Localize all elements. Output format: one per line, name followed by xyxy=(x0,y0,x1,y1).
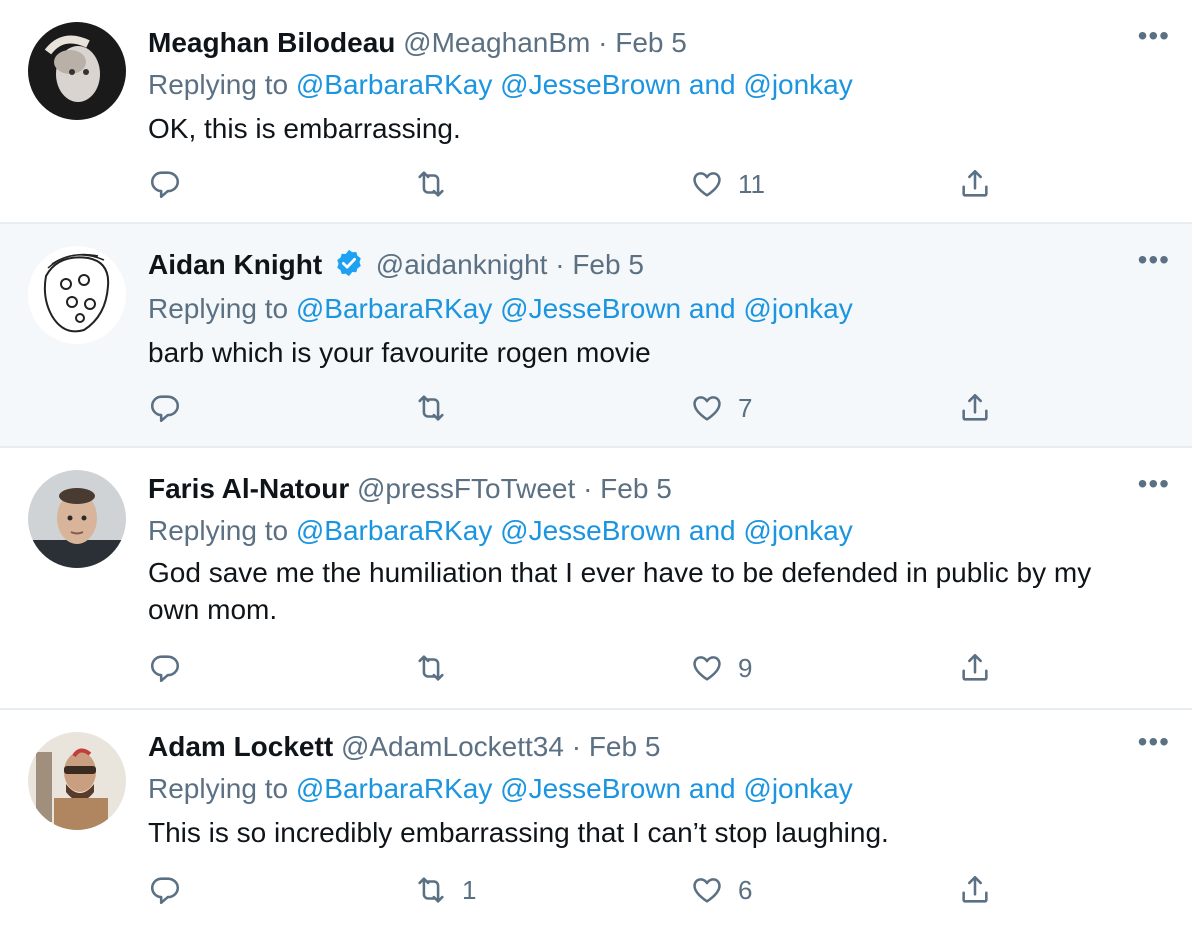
mention-link[interactable]: @JesseBrown xyxy=(500,69,681,100)
like-count: 6 xyxy=(738,874,753,905)
replying-to-line: Replying to @BarbaraRKay @JesseBrown and… xyxy=(148,514,853,548)
mention-link[interactable]: @jonkay xyxy=(743,69,852,100)
author-handle[interactable]: @MeaghanBm xyxy=(403,27,590,58)
more-icon[interactable]: ••• xyxy=(1138,728,1170,756)
verified-badge-icon xyxy=(334,248,364,286)
heart-icon xyxy=(693,878,721,903)
replying-to-line: Replying to @BarbaraRKay @JesseBrown and… xyxy=(148,292,853,326)
reply-button[interactable] xyxy=(148,648,182,688)
reply-button[interactable] xyxy=(148,164,182,204)
mention-and: and xyxy=(688,515,736,546)
reply-icon xyxy=(150,655,180,683)
retweet-icon xyxy=(418,171,444,197)
like-button[interactable]: 6 xyxy=(690,870,752,910)
replying-to-line: Replying to @BarbaraRKay @JesseBrown and… xyxy=(148,68,853,102)
reply-button[interactable] xyxy=(148,870,182,910)
share-icon xyxy=(962,653,988,681)
like-count: 11 xyxy=(738,168,765,199)
author-name[interactable]: Meaghan Bilodeau xyxy=(148,27,395,58)
separator-dot: · xyxy=(555,249,565,280)
replying-to-label: Replying to xyxy=(148,515,289,546)
retweet-button[interactable] xyxy=(414,648,462,688)
heart-icon xyxy=(693,396,721,421)
like-button[interactable]: 11 xyxy=(690,164,765,204)
share-button[interactable] xyxy=(958,870,992,910)
reply-icon xyxy=(150,877,180,905)
tweet-text: barb which is your favourite rogen movie xyxy=(148,337,651,368)
share-button[interactable] xyxy=(958,388,992,428)
replying-to-label: Replying to xyxy=(148,69,289,100)
reply-icon xyxy=(150,395,180,423)
separator-dot: · xyxy=(571,731,582,762)
mention-link[interactable]: @JesseBrown xyxy=(500,293,681,324)
mention-link[interactable]: @BarbaraRKay xyxy=(296,515,493,546)
author-handle[interactable]: @pressFToTweet xyxy=(357,473,575,504)
more-icon[interactable]: ••• xyxy=(1138,470,1170,498)
avatar[interactable] xyxy=(28,246,126,344)
share-button[interactable] xyxy=(958,648,992,688)
tweet-text: This is so incredibly embarrassing that … xyxy=(148,817,889,848)
mention-link[interactable]: @JesseBrown xyxy=(500,773,681,804)
heart-icon xyxy=(693,656,721,681)
tweet-date[interactable]: Feb 5 xyxy=(615,27,687,58)
mention-link[interactable]: @jonkay xyxy=(743,293,852,324)
mention-link[interactable]: @BarbaraRKay xyxy=(296,69,493,100)
mention-link[interactable]: @jonkay xyxy=(743,515,852,546)
like-button[interactable]: 7 xyxy=(690,388,752,428)
tweet-date[interactable]: Feb 5 xyxy=(600,473,672,504)
share-icon xyxy=(962,393,988,421)
tweet-text: God save me the humiliation that I ever … xyxy=(148,557,1092,625)
heart-icon xyxy=(693,172,721,197)
retweet-button[interactable] xyxy=(414,164,462,204)
like-count: 7 xyxy=(738,392,753,423)
separator-dot: · xyxy=(598,27,608,58)
tweet-date[interactable]: Feb 5 xyxy=(572,249,644,280)
tweet-date[interactable]: Feb 5 xyxy=(589,731,661,762)
mention-link[interactable]: @JesseBrown xyxy=(500,515,681,546)
separator-dot: · xyxy=(583,473,593,504)
share-icon xyxy=(962,875,988,903)
tweet[interactable]: Faris Al-Natour @pressFToTweet · Feb 5 •… xyxy=(0,448,1192,710)
reply-button[interactable] xyxy=(148,388,182,428)
tweet[interactable]: Aidan Knight @aidanknight · Feb 5 ••• Re… xyxy=(0,224,1192,448)
avatar[interactable] xyxy=(28,22,126,120)
share-button[interactable] xyxy=(958,164,992,204)
author-handle[interactable]: @aidanknight xyxy=(376,249,548,280)
tweet-text: OK, this is embarrassing. xyxy=(148,113,461,144)
author-name[interactable]: Faris Al-Natour xyxy=(148,473,349,504)
retweet-count: 1 xyxy=(462,874,477,905)
like-button[interactable]: 9 xyxy=(690,648,752,688)
avatar[interactable] xyxy=(28,732,126,830)
share-icon xyxy=(962,169,988,197)
mention-link[interactable]: @jonkay xyxy=(743,773,852,804)
retweet-icon xyxy=(418,395,444,421)
author-name[interactable]: Adam Lockett xyxy=(148,731,333,762)
mention-and: and xyxy=(688,773,736,804)
more-icon[interactable]: ••• xyxy=(1138,22,1170,50)
author-name[interactable]: Aidan Knight xyxy=(148,249,322,280)
avatar[interactable] xyxy=(28,470,126,568)
tweet[interactable]: Adam Lockett @AdamLockett34 · Feb 5 ••• … xyxy=(0,710,1192,926)
retweet-button[interactable] xyxy=(414,388,462,428)
mention-link[interactable]: @BarbaraRKay xyxy=(296,773,493,804)
mention-link[interactable]: @BarbaraRKay xyxy=(296,293,493,324)
retweet-button[interactable]: 1 xyxy=(414,870,476,910)
retweet-icon xyxy=(418,655,444,681)
replying-to-line: Replying to @BarbaraRKay @JesseBrown and… xyxy=(148,772,853,806)
reply-icon xyxy=(150,171,180,199)
tweet[interactable]: Meaghan Bilodeau @MeaghanBm · Feb 5 ••• … xyxy=(0,0,1192,224)
retweet-icon xyxy=(418,877,444,903)
replying-to-label: Replying to xyxy=(148,293,289,324)
replying-to-label: Replying to xyxy=(148,773,289,804)
mention-and: and xyxy=(688,293,736,324)
mention-and: and xyxy=(688,69,736,100)
more-icon[interactable]: ••• xyxy=(1138,246,1170,274)
like-count: 9 xyxy=(738,652,753,683)
author-handle[interactable]: @AdamLockett34 xyxy=(341,731,564,762)
